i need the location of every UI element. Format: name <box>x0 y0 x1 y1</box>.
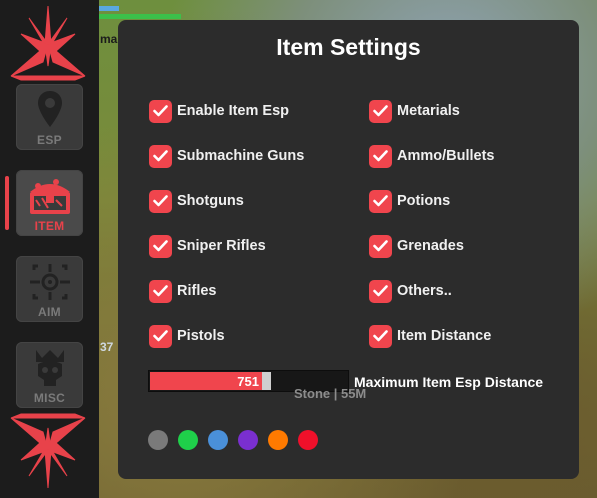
hud-text: 37 <box>100 340 114 354</box>
option-ammo-bullets[interactable]: Ammo/Bullets <box>369 144 495 168</box>
checkbox[interactable] <box>149 279 172 303</box>
option-label: Grenades <box>397 238 464 254</box>
option-rifles[interactable]: Rifles <box>149 279 217 303</box>
checkbox[interactable] <box>149 144 172 168</box>
checkmark-icon <box>153 330 168 342</box>
color-swatch-blue[interactable] <box>208 430 228 450</box>
nav-label: ITEM <box>34 219 65 233</box>
nav-label: ESP <box>37 133 62 147</box>
nav-item-item[interactable]: ITEM <box>16 170 83 236</box>
checkbox[interactable] <box>149 189 172 213</box>
skull-crown-icon <box>35 350 64 386</box>
hud-bar <box>99 6 119 11</box>
hud-text: ma <box>100 32 118 46</box>
slider-handle[interactable] <box>262 372 271 390</box>
checkbox[interactable] <box>149 324 172 348</box>
option-label: Others.. <box>397 283 452 299</box>
checkbox[interactable] <box>369 144 392 168</box>
nav-item-esp[interactable]: ESP <box>16 84 83 150</box>
checkmark-icon <box>373 240 388 252</box>
option-submachine-guns[interactable]: Submachine Guns <box>149 144 304 168</box>
option-label: Ammo/Bullets <box>397 148 495 164</box>
slider-value: 751 <box>237 374 259 389</box>
checkbox[interactable] <box>369 279 392 303</box>
world-item-label: Stone | 55M <box>294 386 367 401</box>
checkmark-icon <box>153 195 168 207</box>
option-label: Item Distance <box>397 328 492 344</box>
option-enable-item-esp[interactable]: Enable Item Esp <box>149 99 289 123</box>
nav-item-aim[interactable]: AIM <box>16 256 83 322</box>
option-item-distance[interactable]: Item Distance <box>369 324 491 348</box>
nav-item-misc[interactable]: MISC <box>16 342 83 408</box>
color-swatch-orange[interactable] <box>268 430 288 450</box>
panel-title: Item Settings <box>276 34 421 60</box>
color-swatch-purple[interactable] <box>238 430 258 450</box>
option-others[interactable]: Others.. <box>369 279 452 303</box>
option-grenades[interactable]: Grenades <box>369 234 464 258</box>
checkbox[interactable] <box>369 324 392 348</box>
option-label: Shotguns <box>177 193 244 209</box>
nav-label: MISC <box>33 391 66 405</box>
checkmark-icon <box>153 285 168 297</box>
hud-bar <box>99 14 181 19</box>
option-label: Sniper Rifles <box>177 238 266 254</box>
option-potions[interactable]: Potions <box>369 189 450 213</box>
checkbox[interactable] <box>369 234 392 258</box>
checkbox[interactable] <box>369 99 392 123</box>
checkbox[interactable] <box>369 189 392 213</box>
color-swatch-red[interactable] <box>298 430 318 450</box>
active-nav-indicator <box>5 176 9 230</box>
checkmark-icon <box>153 240 168 252</box>
sidebar: ESP ITEM AIM MISC <box>0 0 99 498</box>
option-label: Potions <box>397 193 451 209</box>
option-label: Enable Item Esp <box>177 103 290 119</box>
slider-label: Maximum Item Esp Distance <box>354 374 544 390</box>
treasure-chest-icon <box>29 179 70 214</box>
option-shotguns[interactable]: Shotguns <box>149 189 244 213</box>
crosshair-icon <box>29 264 70 300</box>
option-label: Metarials <box>397 103 460 119</box>
color-swatch-gray[interactable] <box>148 430 168 450</box>
logo-icon <box>10 413 86 489</box>
checkmark-icon <box>373 330 388 342</box>
option-sniper-rifles[interactable]: Sniper Rifles <box>149 234 266 258</box>
checkbox[interactable] <box>149 234 172 258</box>
option-label: Rifles <box>177 283 217 299</box>
logo-icon <box>10 5 86 81</box>
nav-label: AIM <box>38 305 61 319</box>
option-pistols[interactable]: Pistols <box>149 324 225 348</box>
checkmark-icon <box>153 150 168 162</box>
checkmark-icon <box>373 105 388 117</box>
option-label: Submachine Guns <box>177 148 305 164</box>
checkmark-icon <box>373 285 388 297</box>
checkmark-icon <box>153 105 168 117</box>
item-settings-panel: Item Settings Enable Item Esp Submachine… <box>118 20 579 479</box>
color-swatch-green[interactable] <box>178 430 198 450</box>
checkmark-icon <box>373 150 388 162</box>
option-metarials[interactable]: Metarials <box>369 99 460 123</box>
checkmark-icon <box>373 195 388 207</box>
checkbox[interactable] <box>149 99 172 123</box>
option-label: Pistols <box>177 328 225 344</box>
map-pin-icon <box>37 91 62 127</box>
